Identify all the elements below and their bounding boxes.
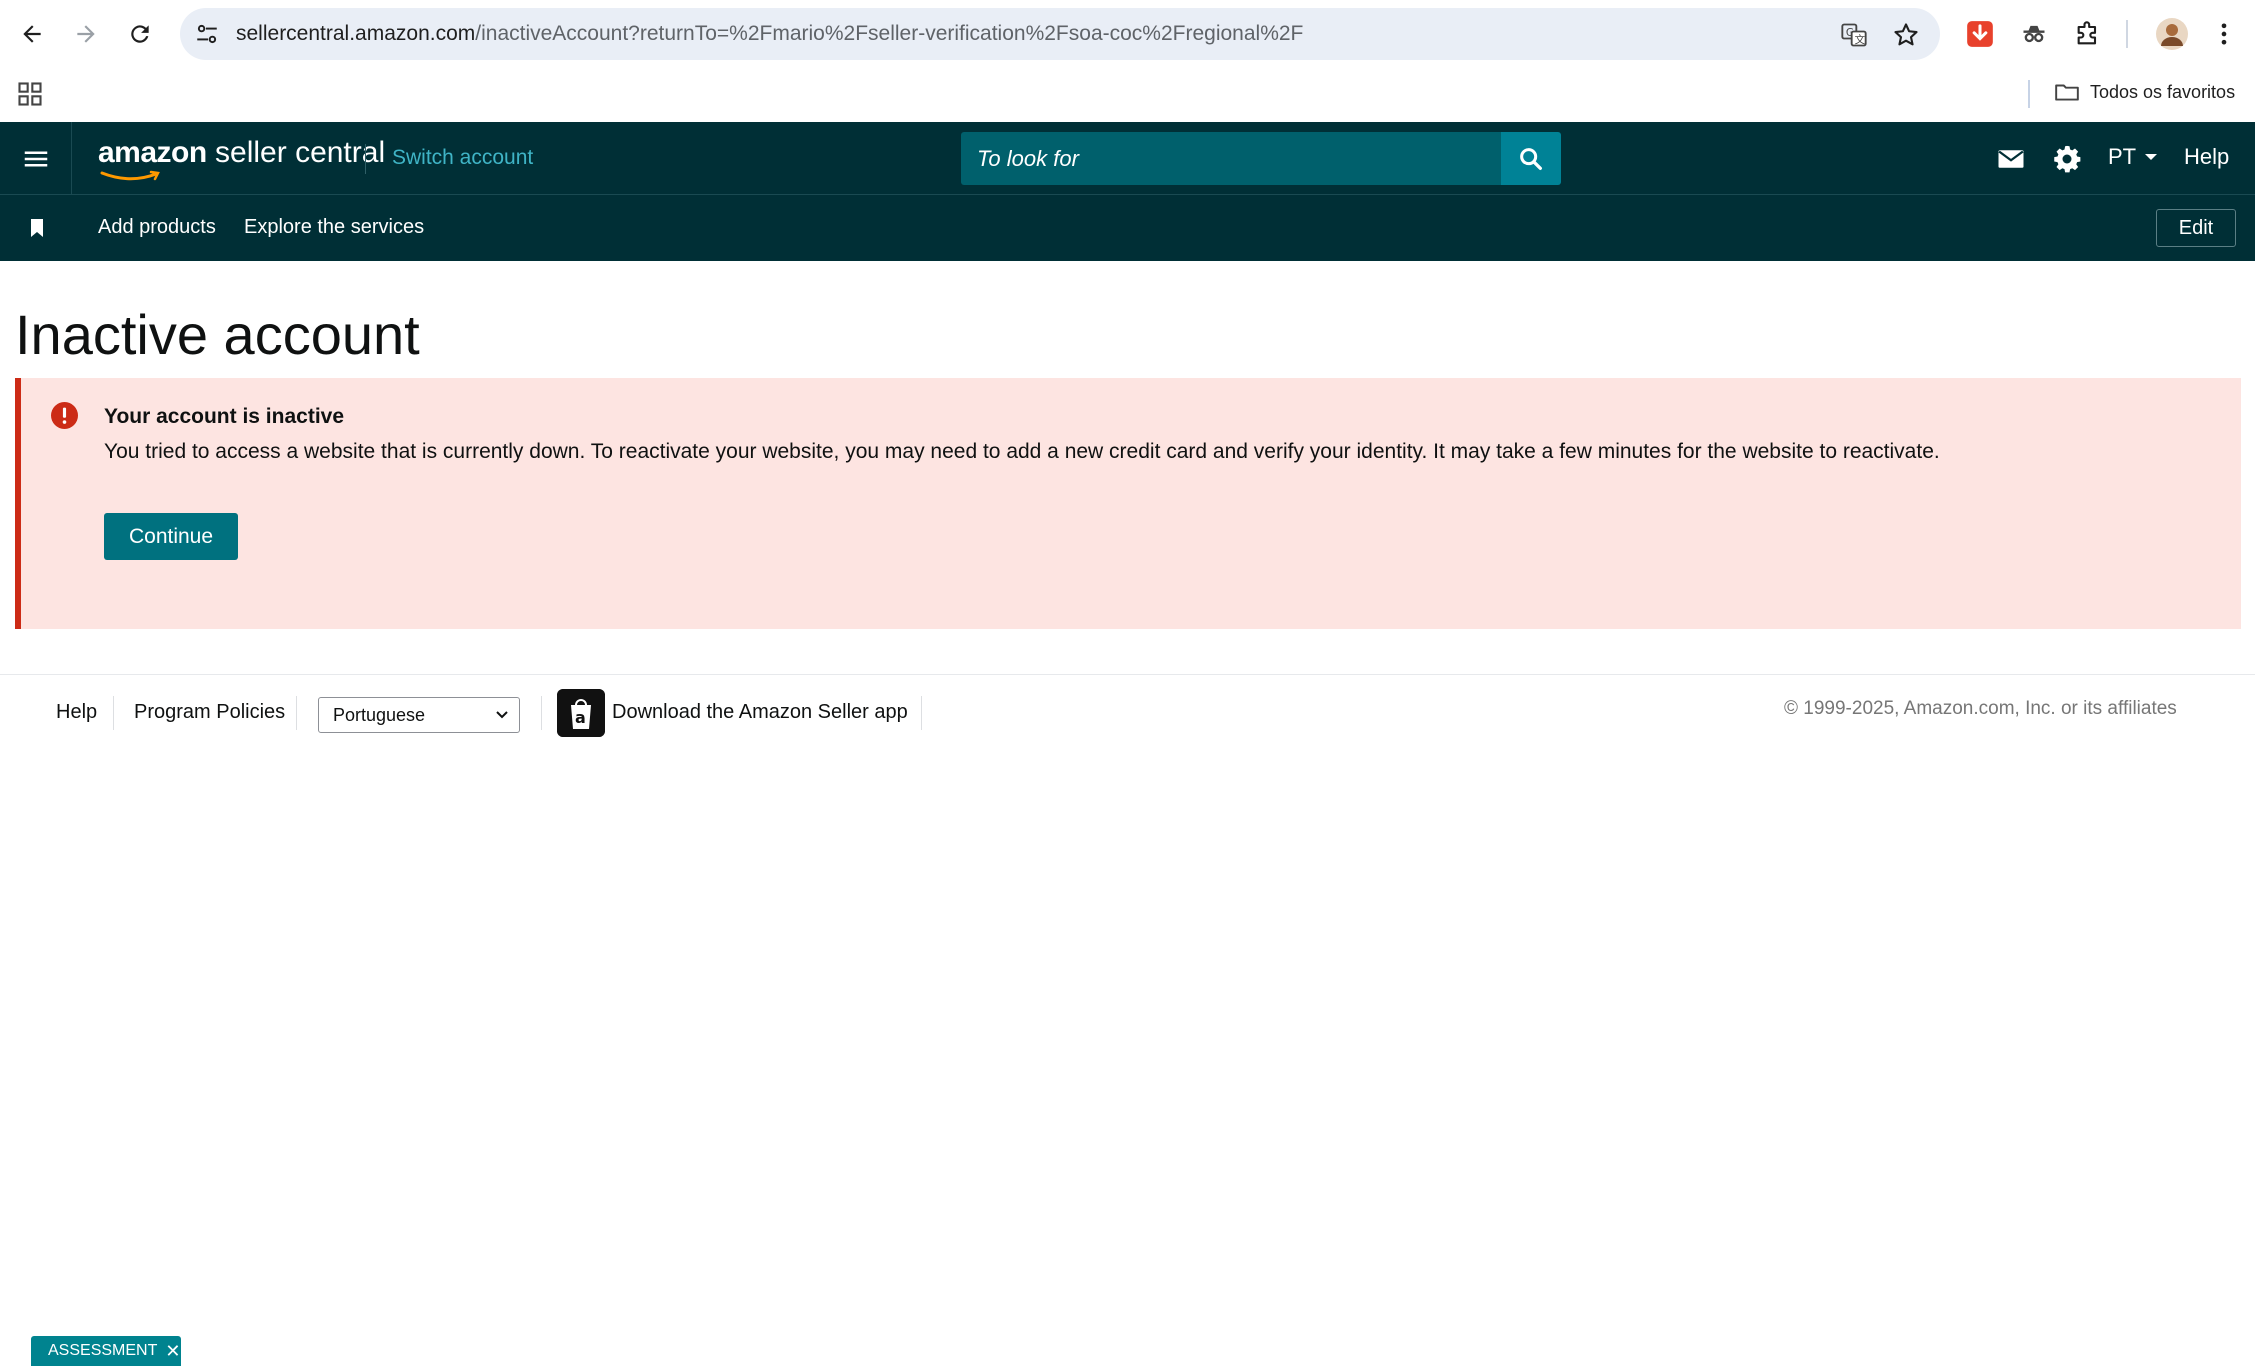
search-input[interactable] — [961, 132, 1501, 185]
address-bar[interactable]: sellercentral.amazon.com/inactiveAccount… — [180, 8, 1940, 60]
forward-button[interactable] — [66, 14, 106, 54]
toolbar-divider — [2126, 20, 2128, 48]
svg-text:文: 文 — [1855, 33, 1866, 46]
search-button[interactable] — [1501, 132, 1561, 185]
hamburger-menu-icon — [24, 151, 47, 166]
bookmark-icon[interactable] — [28, 217, 46, 239]
footer-help-link[interactable]: Help — [56, 701, 97, 724]
language-dropdown[interactable]: PT — [2108, 144, 2158, 170]
search-field[interactable] — [961, 132, 1501, 185]
translate-icon[interactable]: G 文 — [1840, 21, 1868, 49]
extensions-puzzle-icon[interactable] — [2074, 20, 2102, 48]
reload-icon — [131, 25, 149, 43]
reload-button[interactable] — [120, 14, 160, 54]
more-menu-icon[interactable] — [2210, 20, 2238, 48]
url-text: sellercentral.amazon.com/inactiveAccount… — [236, 22, 1304, 45]
site-settings-icon[interactable] — [194, 21, 220, 47]
bookmarks-folder-label: Todos os favoritos — [2090, 81, 2236, 102]
svg-text:a: a — [575, 708, 586, 727]
chevron-down-icon — [496, 711, 508, 719]
seller-central-logo[interactable]: amazon seller central — [98, 136, 385, 170]
folder-icon — [2055, 84, 2079, 101]
seller-central-header: amazon seller central Switch account PT … — [0, 122, 2255, 195]
footer-divider — [0, 674, 2255, 675]
copyright-text: © 1999-2025, Amazon.com, Inc. or its aff… — [1784, 698, 2177, 719]
main-menu-button[interactable] — [0, 122, 72, 195]
caret-down-icon — [2145, 154, 2158, 160]
switch-account-link[interactable]: Switch account — [392, 146, 533, 170]
continue-button[interactable]: Continue — [104, 513, 238, 560]
alert-message: You tried to access a website that is cu… — [104, 440, 1940, 463]
bookmarks-divider — [2028, 80, 2030, 108]
bookmarks-nav: Add products Explore the services Edit — [0, 195, 2255, 261]
footer-separator — [921, 696, 922, 730]
star-icon[interactable] — [1892, 21, 1920, 49]
footer-separator — [296, 696, 297, 730]
alert-title: Your account is inactive — [104, 405, 345, 428]
download-extension-icon[interactable] — [1966, 20, 1994, 48]
logo-divider — [365, 144, 366, 174]
spy-extension-icon[interactable] — [2020, 20, 2048, 48]
arrow-left-icon — [23, 25, 41, 43]
mail-icon[interactable] — [1996, 144, 2026, 174]
edit-bookmarks-button[interactable]: Edit — [2156, 209, 2236, 247]
apps-grid-icon[interactable] — [16, 80, 44, 108]
program-policies-link[interactable]: Program Policies — [134, 701, 285, 724]
back-button[interactable] — [12, 14, 52, 54]
amazon-seller-app-icon[interactable]: a — [557, 689, 605, 737]
amazon-smile-logo-icon — [100, 170, 160, 181]
footer-separator — [113, 696, 114, 730]
header-help-link[interactable]: Help — [2184, 144, 2229, 170]
footer-language-select[interactable]: Portuguese — [318, 697, 520, 733]
bookmarks-bar: Todos os favoritos — [0, 70, 2255, 122]
settings-gear-icon[interactable] — [2052, 144, 2082, 174]
download-seller-app-link[interactable]: Download the Amazon Seller app — [612, 701, 908, 724]
explore-services-link[interactable]: Explore the services — [244, 216, 424, 239]
assessment-tag[interactable]: ASSESSMENT ✕ — [31, 1336, 181, 1366]
close-icon[interactable]: ✕ — [165, 1341, 180, 1362]
browser-toolbar: sellercentral.amazon.com/inactiveAccount… — [0, 0, 2255, 70]
search-icon — [1520, 147, 1542, 170]
arrow-right-icon — [77, 25, 95, 43]
all-bookmarks-folder[interactable]: Todos os favoritos — [2054, 79, 2235, 105]
footer-separator — [541, 696, 542, 730]
inactive-account-alert: Your account is inactive You tried to ac… — [15, 378, 2241, 629]
profile-avatar[interactable] — [2156, 18, 2188, 50]
add-products-link[interactable]: Add products — [98, 216, 216, 239]
page-title: Inactive account — [15, 303, 420, 366]
error-icon — [51, 402, 78, 429]
